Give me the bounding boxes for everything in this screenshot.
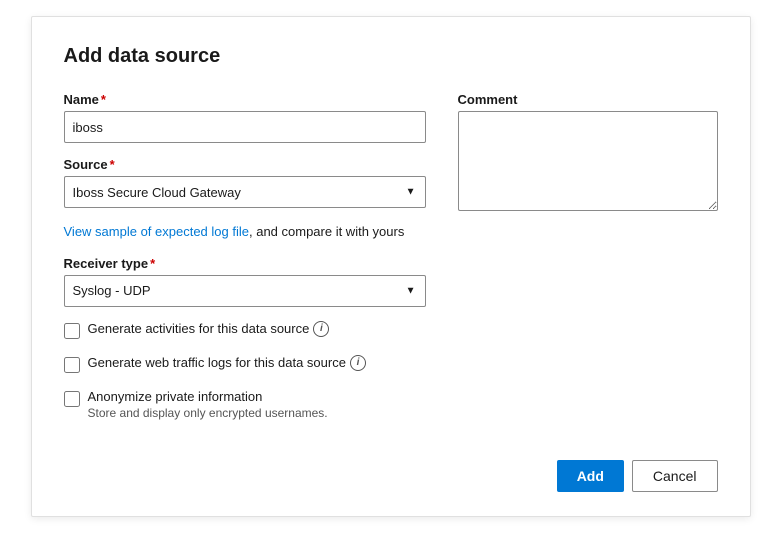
- add-data-source-dialog: Add data source Name* Source* Iboss Secu…: [31, 16, 751, 517]
- name-group: Name*: [64, 92, 426, 143]
- checkbox1-info-icon[interactable]: i: [313, 321, 329, 337]
- checkbox2-group: Generate web traffic logs for this data …: [64, 355, 426, 373]
- receiver-select-wrapper: Syslog - UDP Syslog - TCP FTP ▼: [64, 275, 426, 307]
- source-select[interactable]: Iboss Secure Cloud Gateway Other: [64, 176, 426, 208]
- receiver-label: Receiver type*: [64, 256, 426, 271]
- checkbox3-label: Anonymize private information: [88, 389, 328, 404]
- checkbox3-label-group: Anonymize private information Store and …: [88, 389, 328, 420]
- source-label: Source*: [64, 157, 426, 172]
- form-layout: Name* Source* Iboss Secure Cloud Gateway…: [64, 92, 718, 436]
- checkbox1-group: Generate activities for this data source…: [64, 321, 426, 339]
- checkbox2-info-icon[interactable]: i: [350, 355, 366, 371]
- view-sample-link[interactable]: View sample of expected log file: [64, 224, 249, 239]
- form-right: Comment: [458, 92, 718, 436]
- checkbox2-label-group: Generate web traffic logs for this data …: [88, 355, 366, 371]
- checkbox1-label: Generate activities for this data source…: [88, 321, 330, 337]
- checkbox2-label: Generate web traffic logs for this data …: [88, 355, 366, 371]
- checkbox3-group: Anonymize private information Store and …: [64, 389, 426, 420]
- sample-link-description: View sample of expected log file, and co…: [64, 222, 426, 242]
- generate-web-traffic-checkbox[interactable]: [64, 357, 80, 373]
- checkbox3-sublabel: Store and display only encrypted usernam…: [88, 406, 328, 420]
- cancel-button[interactable]: Cancel: [632, 460, 718, 492]
- name-input[interactable]: [64, 111, 426, 143]
- source-group: Source* Iboss Secure Cloud Gateway Other…: [64, 157, 426, 208]
- source-select-wrapper: Iboss Secure Cloud Gateway Other ▼: [64, 176, 426, 208]
- anonymize-checkbox[interactable]: [64, 391, 80, 407]
- add-button[interactable]: Add: [557, 460, 624, 492]
- name-label: Name*: [64, 92, 426, 107]
- dialog-title: Add data source: [64, 45, 718, 68]
- dialog-footer: Add Cancel: [64, 460, 718, 492]
- form-left: Name* Source* Iboss Secure Cloud Gateway…: [64, 92, 426, 436]
- comment-textarea[interactable]: [458, 111, 718, 211]
- receiver-select[interactable]: Syslog - UDP Syslog - TCP FTP: [64, 275, 426, 307]
- checkbox1-label-group: Generate activities for this data source…: [88, 321, 330, 337]
- generate-activities-checkbox[interactable]: [64, 323, 80, 339]
- comment-label: Comment: [458, 92, 718, 107]
- receiver-group: Receiver type* Syslog - UDP Syslog - TCP…: [64, 256, 426, 307]
